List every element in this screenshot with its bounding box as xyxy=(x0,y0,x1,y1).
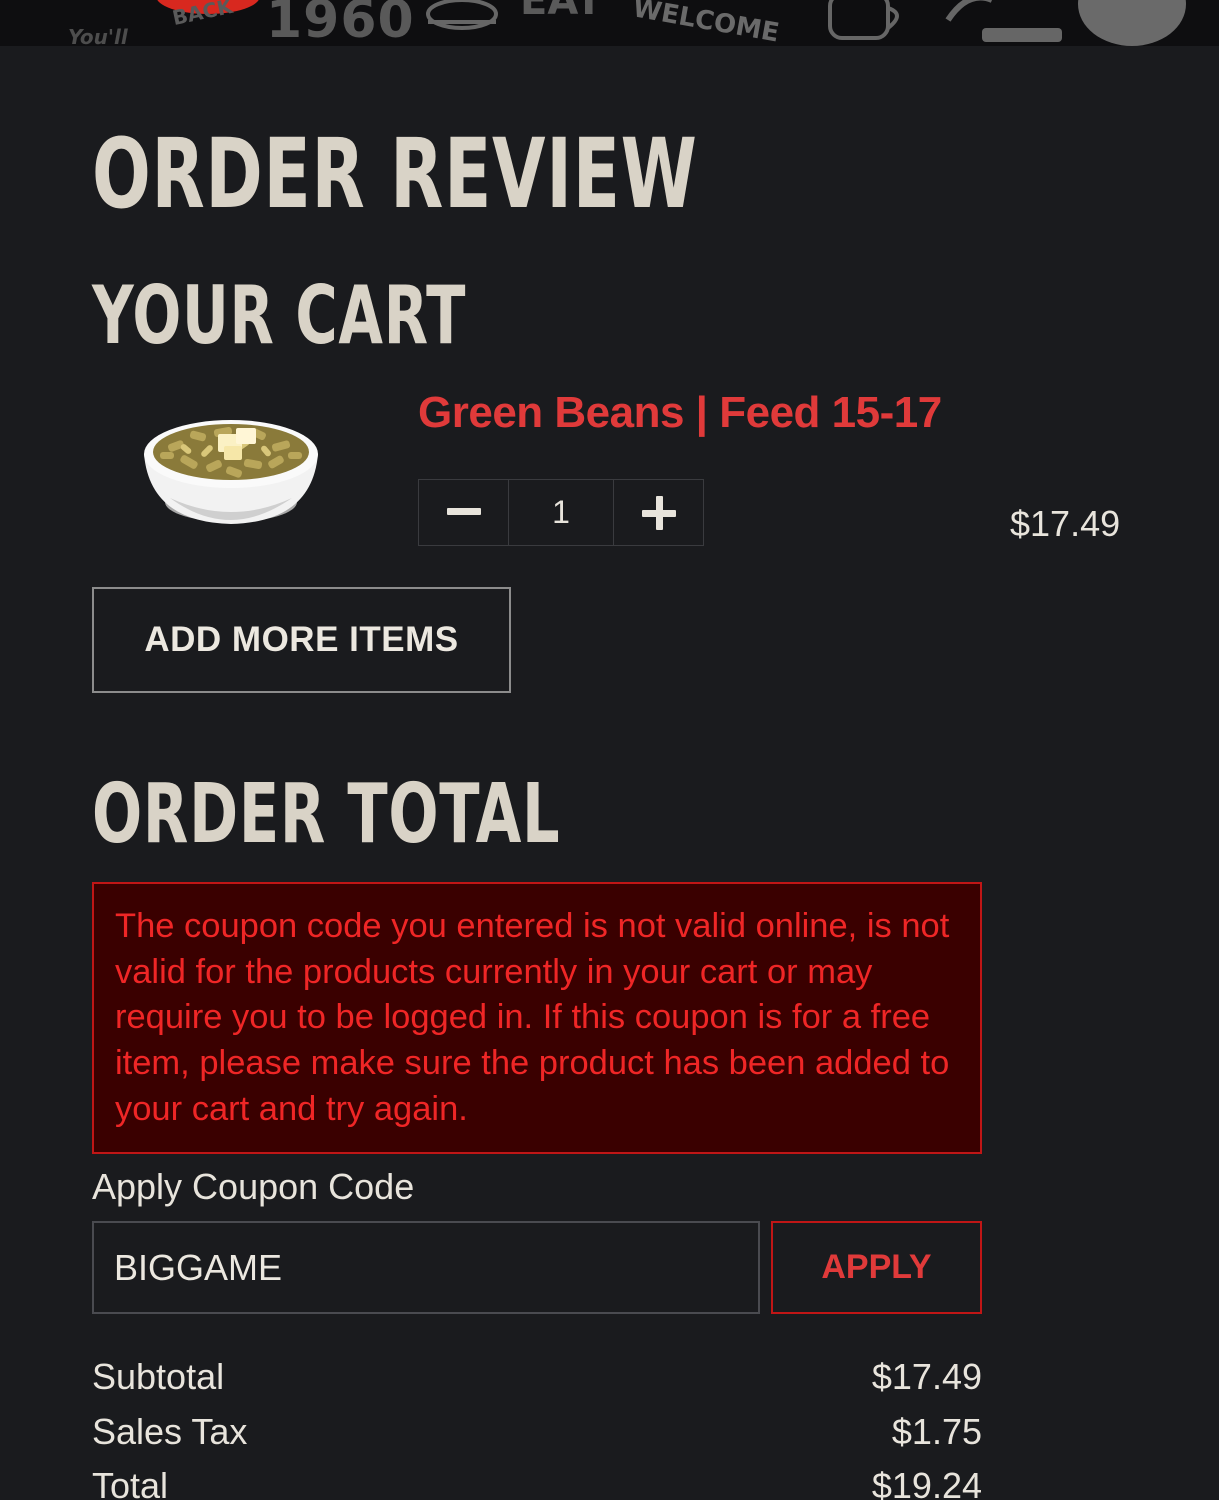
cart-heading: YOUR CART xyxy=(92,269,467,362)
plate-doodle-icon xyxy=(982,28,1062,42)
order-total-heading: ORDER TOTAL xyxy=(92,767,561,862)
quantity-stepper: 1 xyxy=(418,479,704,546)
quantity-value[interactable]: 1 xyxy=(509,480,614,545)
item-name[interactable]: Green Beans | Feed 15-17 xyxy=(418,388,942,438)
green-beans-bowl-icon xyxy=(140,398,322,530)
plus-icon xyxy=(641,495,676,530)
subtotal-value: $17.49 xyxy=(871,1356,982,1397)
decrease-quantity-button[interactable] xyxy=(419,480,509,545)
subtotal-label: Subtotal xyxy=(92,1356,225,1397)
coupon-error-message: The coupon code you entered is not valid… xyxy=(92,882,982,1154)
sales-tax-label: Sales Tax xyxy=(92,1411,248,1452)
add-more-items-button[interactable]: ADD MORE ITEMS xyxy=(92,587,511,693)
increase-quantity-button[interactable] xyxy=(614,480,703,545)
total-row: Total $19.24 xyxy=(92,1465,982,1500)
banner-year-text: 1960 xyxy=(266,0,415,46)
minus-icon xyxy=(446,507,481,515)
sales-tax-row: Sales Tax $1.75 xyxy=(92,1411,982,1453)
subtotal-row: Subtotal $17.49 xyxy=(92,1356,982,1398)
page-title: ORDER REVIEW xyxy=(92,118,698,230)
item-price: $17.49 xyxy=(1010,503,1121,544)
total-value: $19.24 xyxy=(871,1465,982,1500)
dessert-doodle-icon xyxy=(1078,0,1186,46)
coupon-code-input[interactable] xyxy=(92,1221,760,1314)
coupon-label: Apply Coupon Code xyxy=(92,1166,415,1207)
apply-coupon-button[interactable]: APPLY xyxy=(771,1221,982,1314)
coffee-cup-doodle-icon xyxy=(828,0,890,40)
sales-tax-value: $1.75 xyxy=(891,1411,982,1452)
header-banner: You'll BACK 1960 EAT WELCOME xyxy=(0,0,1219,46)
total-label: Total xyxy=(92,1465,169,1500)
banner-script-icon: You'll xyxy=(68,25,129,46)
doodle-swirl-icon xyxy=(945,0,992,22)
banner-eat-text: EAT xyxy=(520,0,603,24)
